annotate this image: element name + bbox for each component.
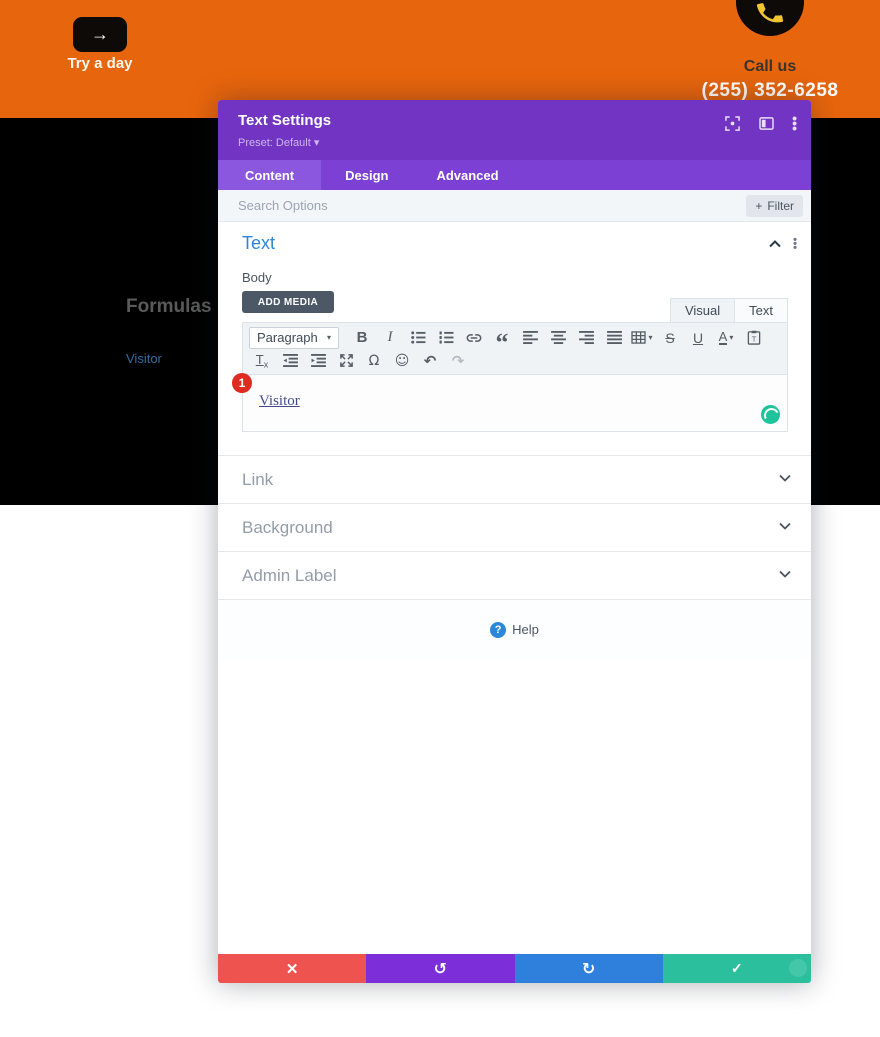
- help-icon[interactable]: ?: [490, 621, 507, 638]
- modal-title: Text Settings: [238, 112, 332, 129]
- screen: → Try a day Call us (255) 352-6258 Formu…: [0, 0, 880, 1037]
- underline-icon[interactable]: U: [685, 327, 711, 349]
- call-us-label: Call us: [743, 58, 797, 75]
- undo-icon: ↺: [433, 959, 448, 978]
- help-row: ? Help: [218, 599, 811, 659]
- phone-circle-icon[interactable]: [736, 0, 804, 36]
- align-left-icon[interactable]: [517, 327, 543, 349]
- paragraph-format-select[interactable]: Paragraph ▾: [249, 326, 339, 349]
- editor-tab-text[interactable]: Text: [735, 298, 788, 322]
- link-icon[interactable]: [461, 327, 487, 349]
- bullet-list-icon[interactable]: [405, 327, 431, 349]
- section-background[interactable]: Background: [218, 503, 811, 551]
- split-view-icon[interactable]: [758, 115, 774, 131]
- clear-formatting-icon[interactable]: Tx: [249, 350, 275, 372]
- visitor-page-link[interactable]: Visitor: [126, 351, 162, 366]
- search-options-bar: + Filter: [218, 190, 811, 222]
- svg-text:T: T: [752, 335, 757, 344]
- emoticon-icon[interactable]: ☺: [389, 350, 415, 372]
- editor-visitor-link[interactable]: Visitor: [259, 393, 300, 410]
- redo-icon: ↻: [581, 959, 596, 978]
- strikethrough-icon[interactable]: S: [657, 327, 683, 349]
- preset-selector[interactable]: Preset: Default ▾: [238, 136, 319, 149]
- arrow-right-icon: →: [91, 24, 109, 44]
- modal-header[interactable]: Text Settings Preset: Default ▾ • • •: [218, 100, 811, 160]
- save-button[interactable]: ✓: [662, 954, 811, 983]
- close-icon: ✕: [285, 960, 299, 978]
- try-a-day-label: Try a day: [67, 55, 133, 72]
- phone-number[interactable]: (255) 352-6258: [660, 80, 880, 102]
- check-icon: ✓: [731, 960, 743, 976]
- tab-advanced[interactable]: Advanced: [412, 160, 522, 190]
- discard-button[interactable]: ✕: [218, 954, 367, 983]
- plus-icon: +: [755, 199, 763, 213]
- align-center-icon[interactable]: [545, 327, 571, 349]
- chevron-down-icon: [779, 570, 791, 578]
- resize-grip[interactable]: [789, 959, 807, 977]
- fullscreen-icon[interactable]: [333, 350, 359, 372]
- chevron-down-icon: ▾: [326, 333, 331, 342]
- text-settings-modal: Text Settings Preset: Default ▾ • • • Cont…: [218, 100, 811, 983]
- editor-tab-visual[interactable]: Visual: [669, 298, 736, 322]
- search-options-input[interactable]: [238, 198, 618, 213]
- step-badge: 1: [232, 373, 252, 393]
- chevron-down-icon: [779, 474, 791, 482]
- focus-mode-icon[interactable]: [724, 115, 740, 131]
- section-admin-label[interactable]: Admin Label: [218, 551, 811, 599]
- body-field-label: Body: [242, 270, 272, 285]
- section-title-text[interactable]: Text: [242, 233, 275, 254]
- tab-design[interactable]: Design: [321, 160, 412, 190]
- table-icon[interactable]: ▾: [629, 327, 655, 349]
- chevron-up-icon[interactable]: [769, 240, 781, 248]
- modal-menu-icon[interactable]: • • •: [792, 111, 797, 135]
- filter-button[interactable]: + Filter: [746, 195, 803, 217]
- editor-mode-tabs: Visual Text: [669, 298, 788, 322]
- section-link[interactable]: Link: [218, 455, 811, 503]
- help-link[interactable]: Help: [512, 622, 539, 637]
- settings-tab-bar: Content Design Advanced: [218, 160, 811, 190]
- bold-icon[interactable]: B: [349, 327, 375, 349]
- editor-toolbar: Paragraph ▾ B I “ ▾ S U A ▾ T Tx Ω ☺ ↶ ↷: [242, 322, 788, 375]
- text-color-icon[interactable]: A ▾: [713, 327, 739, 349]
- modal-action-bar: ✕ ↺ ↻ ✓: [218, 954, 811, 983]
- outdent-icon[interactable]: [277, 350, 303, 372]
- undo-button[interactable]: ↺: [366, 954, 515, 983]
- body-editor-area[interactable]: Visitor: [242, 375, 788, 432]
- redo-icon[interactable]: ↷: [445, 350, 471, 372]
- grammarly-icon[interactable]: [761, 405, 780, 424]
- undo-icon[interactable]: ↶: [417, 350, 443, 372]
- paste-as-text-icon[interactable]: T: [741, 327, 767, 349]
- indent-icon[interactable]: [305, 350, 331, 372]
- section-menu-icon[interactable]: • • •: [793, 235, 797, 254]
- formulas-heading: Formulas: [126, 296, 212, 317]
- phone-icon: [756, 3, 784, 23]
- justify-icon[interactable]: [601, 327, 627, 349]
- numbered-list-icon[interactable]: [433, 327, 459, 349]
- try-arrow-button[interactable]: →: [73, 17, 127, 52]
- add-media-button[interactable]: ADD MEDIA: [242, 291, 334, 313]
- special-character-icon[interactable]: Ω: [361, 350, 387, 372]
- align-right-icon[interactable]: [573, 327, 599, 349]
- redo-button[interactable]: ↻: [514, 954, 663, 983]
- tab-content[interactable]: Content: [218, 160, 322, 190]
- chevron-down-icon: [779, 522, 791, 530]
- italic-icon[interactable]: I: [377, 327, 403, 349]
- blockquote-icon[interactable]: “: [489, 327, 515, 355]
